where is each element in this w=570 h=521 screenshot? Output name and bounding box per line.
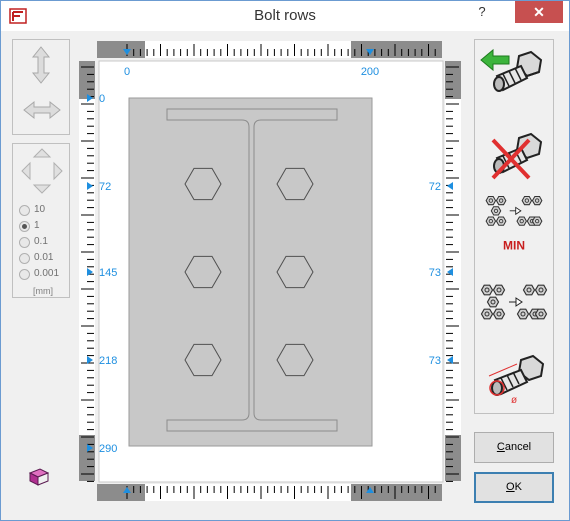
radio-dot[interactable]	[19, 205, 30, 216]
arrow-right-icon	[509, 206, 522, 216]
radio-dot[interactable]	[19, 221, 30, 232]
tools-panel: MIN ø	[474, 39, 554, 414]
left-ruler-label: 218	[99, 355, 117, 367]
left-ruler-label: 72	[99, 181, 111, 193]
title-bar: Bolt rows ? ✕	[1, 1, 569, 31]
radio-dot[interactable]	[19, 269, 30, 280]
left-ruler-label: 0	[99, 93, 105, 105]
mini-bolt	[485, 216, 497, 226]
min-label: MIN	[503, 238, 525, 252]
top-ruler-label: 0	[124, 66, 130, 78]
bolt-diameter-button[interactable]: ø	[479, 346, 549, 406]
mini-bolt	[486, 296, 500, 308]
radio-label: 0.001	[34, 268, 60, 279]
mini-bolt	[516, 308, 530, 320]
mini-bolt	[492, 308, 506, 320]
distribute-bolts-icon	[480, 284, 548, 320]
radio-label: 0.1	[34, 236, 48, 247]
orientation-panel	[12, 39, 70, 135]
mini-bolt	[534, 284, 548, 296]
mini-bolt	[490, 206, 502, 216]
add-bolt-button[interactable]	[479, 46, 549, 106]
mini-bolt	[531, 216, 543, 226]
diameter-label: ø	[511, 395, 517, 406]
mini-bolt	[485, 195, 497, 206]
radio-dot[interactable]	[19, 237, 30, 248]
mini-bolt	[480, 308, 494, 320]
right-ruler-label: 73	[429, 355, 441, 367]
mini-bolt	[495, 216, 507, 226]
mini-bolt	[516, 216, 528, 226]
ok-button[interactable]: OK	[474, 472, 554, 503]
close-button[interactable]: ✕	[515, 1, 563, 23]
min-spacing-icon	[485, 195, 543, 226]
arrow-right-icon	[509, 297, 523, 307]
left-ruler-label: 290	[99, 443, 117, 455]
nudge-panel: 10 1 0.1 0.01 0.001 [mm]	[12, 143, 70, 298]
nudge-left-icon	[21, 161, 31, 181]
unit-label: [mm]	[33, 286, 53, 296]
drawing-area[interactable]: 0 200 0 72 145 218 290 72 73 73	[79, 41, 471, 503]
mini-bolt	[531, 195, 543, 206]
help-book-icon[interactable]	[28, 467, 50, 487]
mini-bolt	[522, 284, 536, 296]
top-ruler-label: 200	[361, 66, 379, 78]
right-ruler-label: 73	[429, 267, 441, 279]
vertical-flip-icon[interactable]	[29, 46, 53, 84]
nudge-right-icon	[53, 161, 63, 181]
delete-bolt-button[interactable]	[479, 128, 549, 188]
add-bolt-icon	[480, 48, 543, 92]
help-icon: ?	[478, 4, 486, 19]
help-button[interactable]: ?	[467, 1, 497, 23]
nudge-down-icon	[32, 184, 52, 194]
bolt-diameter-icon	[488, 354, 545, 396]
top-ruler-shade-left	[97, 41, 145, 58]
mini-bolt	[521, 195, 533, 206]
mini-bolt	[492, 284, 506, 296]
mini-bolt	[534, 308, 548, 320]
delete-bolt-icon	[491, 132, 543, 180]
right-ruler-label: 72	[429, 181, 441, 193]
radio-label: 10	[34, 204, 46, 215]
left-ruler-label: 145	[99, 267, 117, 279]
radio-label: 1	[34, 220, 40, 231]
end-plate	[128, 97, 373, 447]
horizontal-flip-icon[interactable]	[23, 98, 61, 122]
radio-label: 0.01	[34, 252, 54, 263]
bolt-rows-dialog: Bolt rows ? ✕ 10 1 0.1 0.01 0.001 [mm] 0…	[0, 0, 570, 521]
nudge-up-icon	[32, 148, 52, 158]
ok-mnemonic: O	[506, 481, 515, 493]
close-icon: ✕	[533, 4, 545, 20]
min-spacing-button[interactable]: MIN	[479, 192, 549, 252]
radio-dot[interactable]	[19, 253, 30, 264]
mini-bolt	[480, 284, 494, 296]
distribute-button[interactable]	[479, 278, 549, 338]
cancel-button[interactable]: Cancel	[474, 432, 554, 463]
cancel-mnemonic: C	[496, 441, 505, 453]
mini-bolt	[495, 195, 507, 206]
nudge-arrows	[21, 148, 63, 194]
